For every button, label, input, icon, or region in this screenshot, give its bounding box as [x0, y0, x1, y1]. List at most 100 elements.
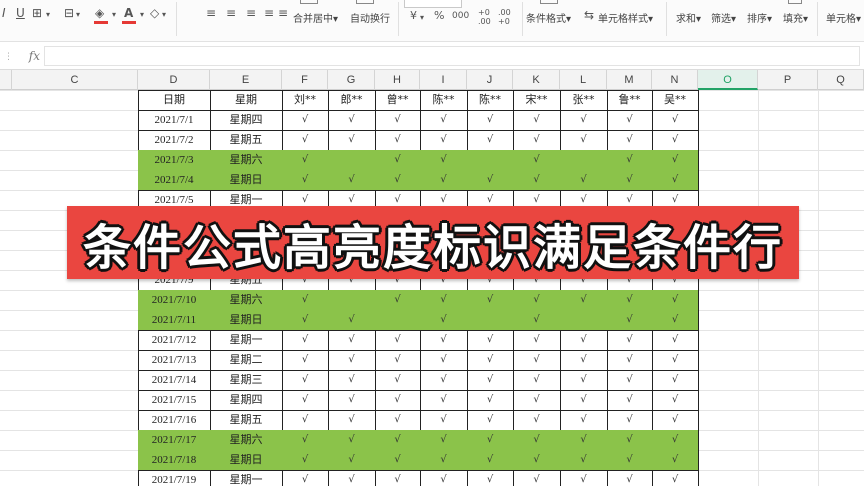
- header-person[interactable]: 刘**: [282, 90, 328, 110]
- merge-center-icon[interactable]: [300, 0, 318, 4]
- check-cell[interactable]: √: [513, 470, 560, 486]
- check-cell[interactable]: √: [328, 370, 375, 390]
- italic-icon[interactable]: I: [2, 7, 6, 19]
- check-cell[interactable]: √: [560, 390, 607, 410]
- fill-color-icon[interactable]: ◈: [95, 7, 104, 19]
- date-cell[interactable]: 2021/7/2: [138, 130, 210, 150]
- weekday-cell[interactable]: 星期一: [210, 330, 282, 350]
- date-cell[interactable]: 2021/7/4: [138, 170, 210, 190]
- check-cell[interactable]: √: [282, 110, 328, 130]
- merge-center-button[interactable]: 合并居中▾: [293, 10, 338, 25]
- check-cell[interactable]: √: [560, 330, 607, 350]
- weekday-cell[interactable]: 星期日: [210, 450, 282, 470]
- check-cell[interactable]: √: [513, 310, 560, 330]
- check-cell[interactable]: √: [560, 470, 607, 486]
- check-cell[interactable]: √: [560, 410, 607, 430]
- cell-style-button[interactable]: 单元格样式▾: [598, 10, 653, 25]
- check-cell[interactable]: √: [375, 350, 420, 370]
- date-cell[interactable]: 2021/7/18: [138, 450, 210, 470]
- wrap-text-button[interactable]: 自动换行: [350, 10, 390, 25]
- check-cell[interactable]: √: [652, 450, 698, 470]
- align-justify-icon[interactable]: ≡: [264, 7, 274, 19]
- check-cell[interactable]: √: [652, 370, 698, 390]
- check-cell[interactable]: √: [607, 370, 652, 390]
- check-cell[interactable]: √: [513, 390, 560, 410]
- check-cell[interactable]: √: [375, 110, 420, 130]
- sum-button[interactable]: 求和▾: [676, 10, 701, 25]
- filter-button[interactable]: 筛选▾: [711, 10, 736, 25]
- header-weekday[interactable]: 星期: [210, 90, 282, 110]
- check-cell[interactable]: √: [607, 350, 652, 370]
- date-cell[interactable]: 2021/7/15: [138, 390, 210, 410]
- column-header-h[interactable]: H: [375, 70, 420, 90]
- check-cell[interactable]: [328, 150, 375, 170]
- check-cell[interactable]: √: [375, 170, 420, 190]
- percent-icon[interactable]: %: [434, 10, 444, 22]
- check-cell[interactable]: √: [375, 390, 420, 410]
- check-cell[interactable]: √: [513, 170, 560, 190]
- check-cell[interactable]: √: [652, 170, 698, 190]
- check-cell[interactable]: √: [607, 430, 652, 450]
- currency-dropdown-icon[interactable]: ▾: [420, 12, 424, 24]
- check-cell[interactable]: √: [652, 110, 698, 130]
- check-cell[interactable]: √: [513, 290, 560, 310]
- check-cell[interactable]: √: [652, 390, 698, 410]
- header-date[interactable]: 日期: [138, 90, 210, 110]
- name-box-dropdown-icon[interactable]: ⋮: [4, 51, 13, 62]
- check-cell[interactable]: √: [652, 430, 698, 450]
- check-cell[interactable]: √: [420, 450, 467, 470]
- date-cell[interactable]: 2021/7/3: [138, 150, 210, 170]
- check-cell[interactable]: √: [513, 370, 560, 390]
- check-cell[interactable]: √: [375, 330, 420, 350]
- date-cell[interactable]: 2021/7/14: [138, 370, 210, 390]
- check-cell[interactable]: [560, 150, 607, 170]
- check-cell[interactable]: √: [560, 130, 607, 150]
- check-cell[interactable]: √: [467, 130, 513, 150]
- check-cell[interactable]: √: [328, 470, 375, 486]
- check-cell[interactable]: √: [607, 130, 652, 150]
- check-cell[interactable]: √: [375, 130, 420, 150]
- underline-icon[interactable]: U: [16, 7, 25, 19]
- date-cell[interactable]: 2021/7/19: [138, 470, 210, 486]
- header-person[interactable]: 郎**: [328, 90, 375, 110]
- currency-icon[interactable]: ¥: [410, 10, 417, 22]
- check-cell[interactable]: √: [560, 350, 607, 370]
- check-cell[interactable]: √: [560, 450, 607, 470]
- header-person[interactable]: 陈**: [467, 90, 513, 110]
- check-cell[interactable]: √: [328, 450, 375, 470]
- border-icon[interactable]: ⊞: [32, 7, 42, 19]
- check-cell[interactable]: √: [282, 150, 328, 170]
- check-cell[interactable]: √: [467, 470, 513, 486]
- check-cell[interactable]: √: [420, 150, 467, 170]
- check-cell[interactable]: [467, 310, 513, 330]
- date-cell[interactable]: 2021/7/11: [138, 310, 210, 330]
- align-top-icon[interactable]: ≡: [206, 7, 216, 19]
- check-cell[interactable]: √: [328, 130, 375, 150]
- cell-button[interactable]: 单元格▾: [826, 10, 861, 25]
- check-cell[interactable]: √: [607, 330, 652, 350]
- check-cell[interactable]: √: [652, 410, 698, 430]
- check-cell[interactable]: √: [328, 330, 375, 350]
- border-dropdown-icon[interactable]: ▾: [46, 9, 50, 21]
- check-cell[interactable]: √: [560, 110, 607, 130]
- date-cell[interactable]: 2021/7/16: [138, 410, 210, 430]
- check-cell[interactable]: √: [375, 450, 420, 470]
- check-cell[interactable]: √: [560, 290, 607, 310]
- font-color-icon[interactable]: A: [124, 7, 133, 19]
- column-header-e[interactable]: E: [210, 70, 282, 90]
- column-header-q[interactable]: Q: [818, 70, 864, 90]
- weekday-cell[interactable]: 星期五: [210, 130, 282, 150]
- check-cell[interactable]: √: [420, 130, 467, 150]
- check-cell[interactable]: √: [420, 350, 467, 370]
- header-person[interactable]: 张**: [560, 90, 607, 110]
- check-cell[interactable]: √: [282, 390, 328, 410]
- clear-format-icon[interactable]: ◇: [150, 7, 159, 19]
- check-cell[interactable]: √: [420, 390, 467, 410]
- check-cell[interactable]: √: [420, 410, 467, 430]
- check-cell[interactable]: √: [513, 430, 560, 450]
- check-cell[interactable]: √: [560, 170, 607, 190]
- header-person[interactable]: 宋**: [513, 90, 560, 110]
- wrap-text-icon[interactable]: [356, 0, 374, 4]
- check-cell[interactable]: √: [282, 470, 328, 486]
- check-cell[interactable]: √: [652, 330, 698, 350]
